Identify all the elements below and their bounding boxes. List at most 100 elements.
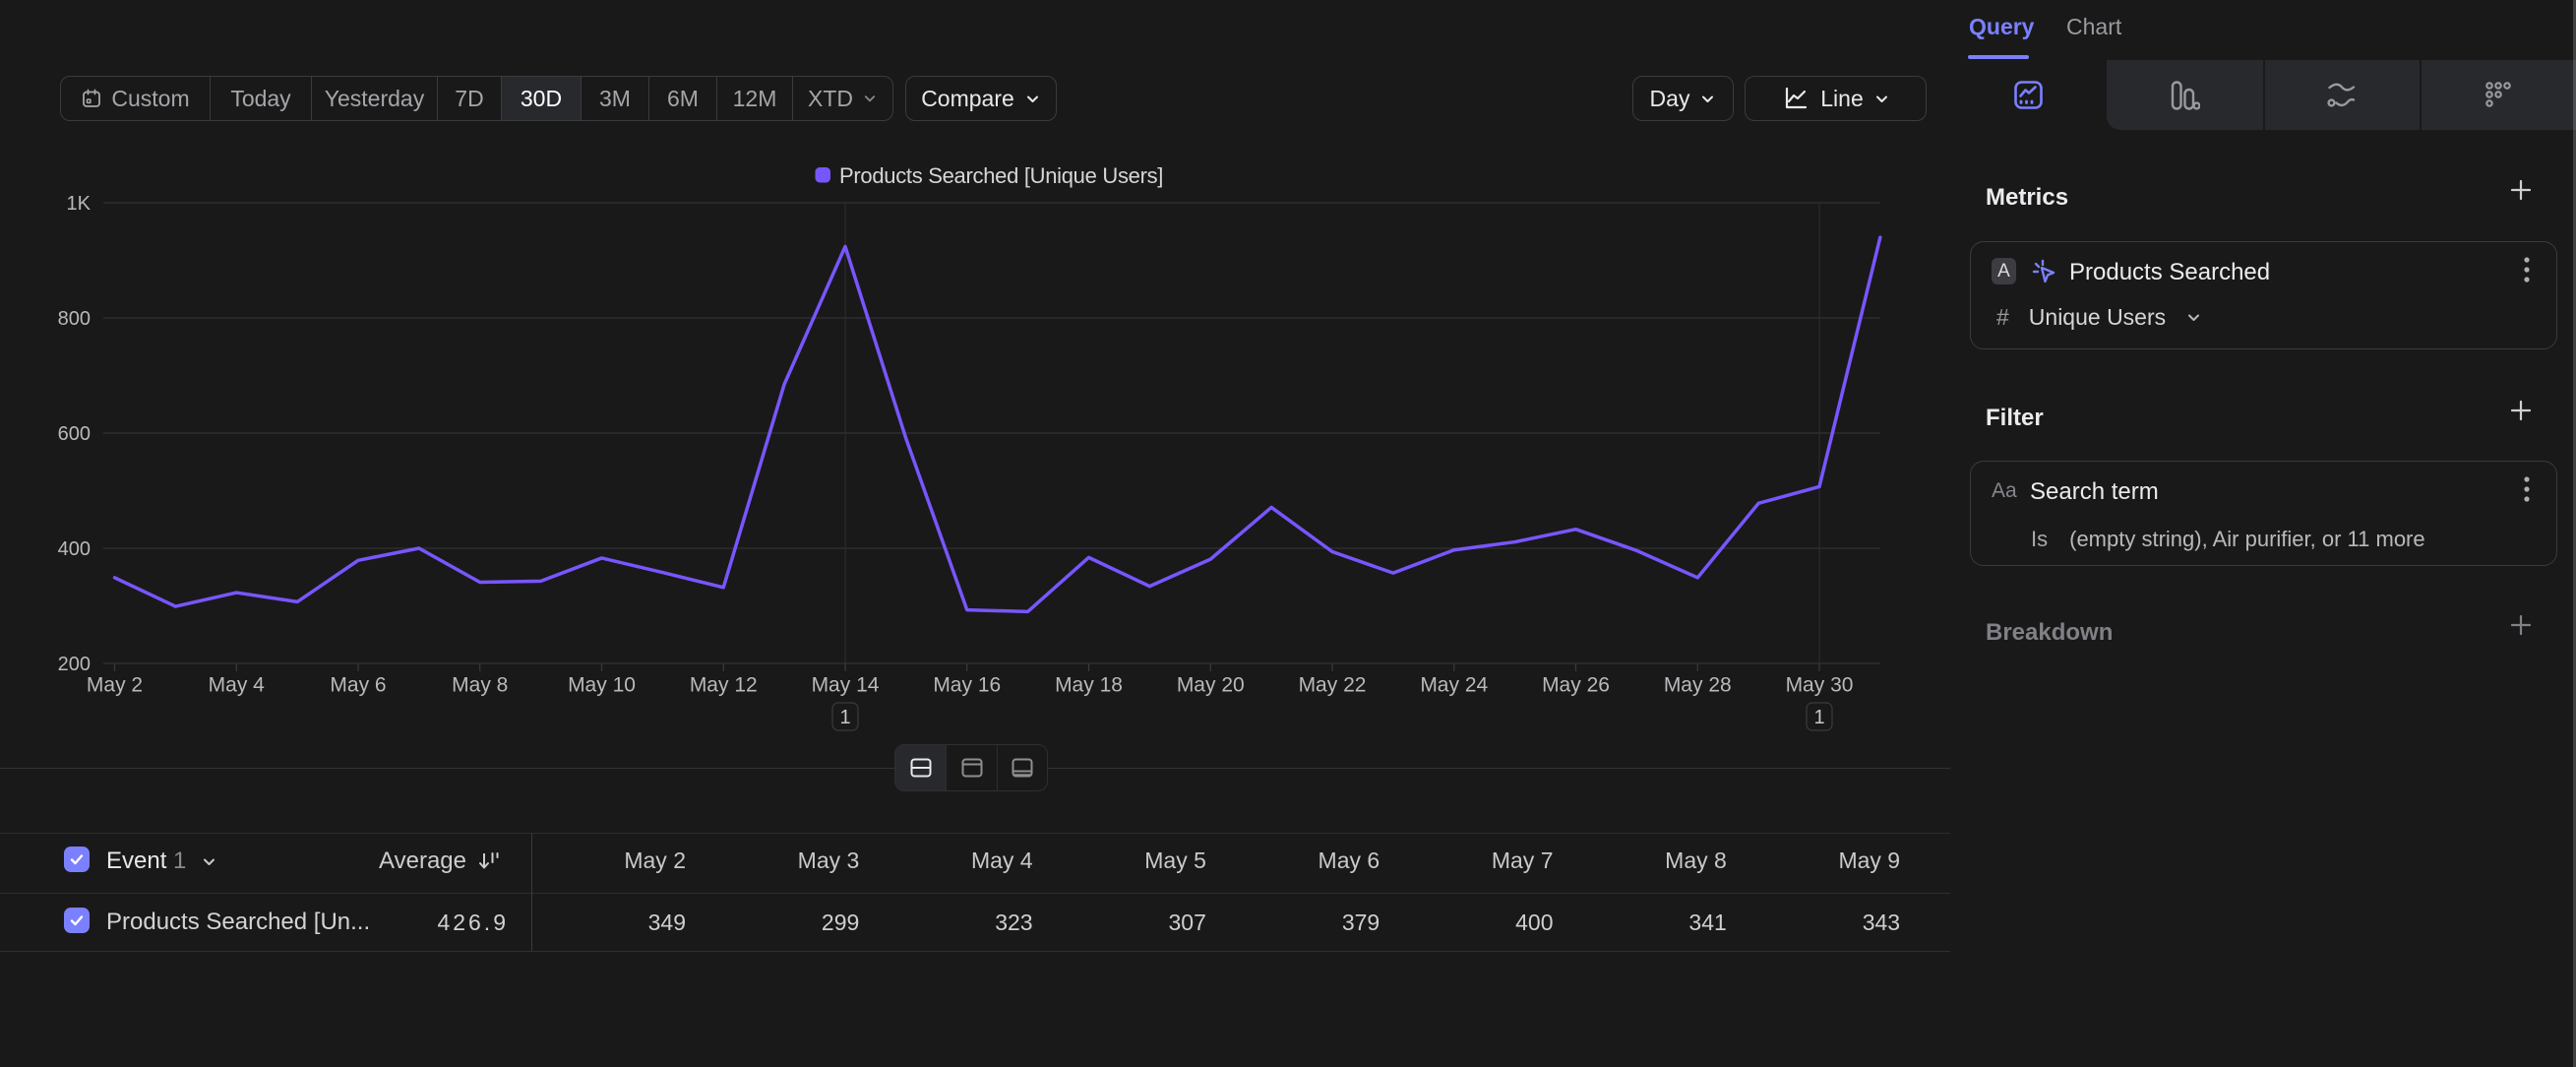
column-header-may-3[interactable]: May 3 — [721, 847, 859, 874]
event-checkbox[interactable] — [64, 847, 90, 872]
column-header-may-6[interactable]: May 6 — [1242, 847, 1380, 874]
event-header[interactable]: Event 1 — [106, 847, 217, 875]
filter-heading: Filter — [1986, 405, 2044, 432]
y-axis-label: 1K — [67, 193, 92, 215]
layout-header-icon — [959, 755, 985, 781]
report-type-tabs — [1950, 60, 2576, 130]
column-header-may-7[interactable]: May 7 — [1416, 847, 1554, 874]
average-header-label: Average — [379, 847, 466, 875]
filter-condition-row[interactable]: Is (empty string), Air purifier, or 11 m… — [2031, 527, 2425, 552]
metric-menu-icon[interactable] — [2524, 257, 2530, 282]
x-axis-label: May 22 — [1299, 674, 1367, 697]
x-axis-label: May 26 — [1542, 674, 1610, 697]
filter-property-name[interactable]: Search term — [2030, 478, 2159, 506]
tab-flows[interactable] — [2263, 60, 2420, 130]
x-axis-label: May 6 — [330, 674, 386, 697]
layout-toggle-group — [894, 744, 1048, 791]
check-icon — [68, 850, 86, 868]
layout-split-vertical-button[interactable] — [946, 745, 996, 790]
check-icon — [68, 911, 86, 929]
x-axis-label: May 18 — [1055, 674, 1123, 697]
table-header-row: Event 1 Average May 2 May 3 May 4 May 5 May … — [0, 833, 1950, 893]
x-axis-label: May 16 — [933, 674, 1001, 697]
table-row[interactable]: Products Searched [Un... 426.9 349 299 323… — [0, 893, 1950, 951]
filter-menu-icon[interactable] — [2524, 476, 2530, 502]
x-axis-label: May 24 — [1420, 674, 1488, 697]
tab-divider — [2420, 60, 2422, 130]
column-header-may-9[interactable]: May 9 — [1762, 847, 1900, 874]
y-axis-label: 800 — [58, 308, 91, 330]
add-metric-button[interactable] — [2506, 175, 2536, 205]
tab-query-underline — [1968, 55, 2029, 59]
layout-bottom-icon — [1010, 755, 1035, 781]
table-row-divider — [0, 951, 1950, 952]
aggregation-label: Unique Users — [2029, 304, 2166, 331]
y-axis-label: 600 — [58, 423, 91, 445]
add-filter-button[interactable] — [2506, 396, 2536, 425]
filter-type-label: Aa — [1992, 479, 2017, 503]
add-breakdown-button[interactable] — [2506, 610, 2536, 640]
cell-may-4: 323 — [895, 910, 1033, 936]
x-axis-label: May 4 — [209, 674, 266, 697]
series-line — [115, 237, 1880, 611]
filter-value: (empty string), Air purifier, or 11 more — [2069, 527, 2425, 552]
cell-may-3: 299 — [721, 910, 859, 936]
tab-funnels[interactable] — [2107, 60, 2263, 130]
column-header-may-2[interactable]: May 2 — [548, 847, 686, 874]
layout-rows-icon — [908, 755, 934, 781]
cell-may-9: 343 — [1762, 910, 1900, 936]
insights-icon — [2014, 81, 2043, 109]
cell-may-8: 341 — [1589, 910, 1727, 936]
layout-bottom-panel-button[interactable] — [997, 745, 1047, 790]
tab-retention[interactable] — [2420, 60, 2576, 130]
x-axis-label: May 8 — [452, 674, 508, 697]
tab-divider — [2263, 60, 2265, 130]
filter-card[interactable]: Aa Search term Is (empty string), Air pu… — [1970, 461, 2557, 566]
x-axis-label: May 2 — [87, 674, 143, 697]
plus-icon — [2506, 396, 2536, 425]
breakdown-heading: Breakdown — [1986, 619, 2113, 647]
x-axis-label: May 10 — [568, 674, 636, 697]
column-header-may-5[interactable]: May 5 — [1069, 847, 1206, 874]
sort-descending-icon — [476, 848, 502, 874]
cell-may-5: 307 — [1069, 910, 1206, 936]
x-axis-label: May 30 — [1786, 674, 1854, 697]
y-axis-label: 400 — [58, 538, 91, 560]
filter-operator: Is — [2031, 527, 2048, 552]
retention-dots-icon — [2484, 81, 2513, 110]
x-axis-label: May 14 — [812, 674, 880, 697]
row-label: Products Searched [Un... — [106, 909, 370, 936]
cell-may-6: 379 — [1242, 910, 1380, 936]
plus-icon — [2506, 610, 2536, 640]
aggregation-hash: # — [1996, 304, 2009, 331]
y-axis-label: 200 — [58, 654, 91, 675]
metric-card[interactable]: A Products Searched # Unique Users — [1970, 241, 2557, 349]
tab-insights[interactable] — [1950, 60, 2107, 130]
legend-swatch — [816, 167, 831, 183]
chevron-down-icon — [201, 853, 217, 870]
cell-may-2: 349 — [548, 910, 686, 936]
x-axis-label: May 20 — [1177, 674, 1245, 697]
row-checkbox[interactable] — [64, 908, 90, 933]
metric-aggregation-row[interactable]: # Unique Users — [1996, 304, 2202, 331]
funnel-bars-icon — [2170, 81, 2200, 110]
tab-chart[interactable]: Chart — [2066, 14, 2121, 40]
cell-may-7: 400 — [1416, 910, 1554, 936]
annotation-badge-label: 1 — [1813, 707, 1824, 728]
x-axis-label: May 28 — [1664, 674, 1732, 697]
x-axis-label: May 12 — [690, 674, 758, 697]
layout-split-horizontal-button[interactable] — [895, 745, 946, 790]
column-header-may-8[interactable]: May 8 — [1589, 847, 1727, 874]
column-header-may-4[interactable]: May 4 — [895, 847, 1033, 874]
average-header[interactable]: Average — [379, 847, 502, 875]
metric-letter-badge: A — [1992, 258, 2016, 284]
row-average-value: 426.9 — [351, 910, 509, 936]
tab-query[interactable]: Query — [1969, 14, 2034, 40]
legend-label[interactable]: Products Searched [Unique Users] — [839, 163, 1163, 188]
event-count: 1 — [173, 847, 186, 874]
event-header-label: Event — [106, 847, 166, 874]
main-content: CustomTodayYesterday7D30D3M6M12MXTD Comp… — [0, 0, 1950, 1067]
metric-name[interactable]: Products Searched — [2069, 259, 2270, 286]
metrics-heading: Metrics — [1986, 184, 2068, 212]
event-sparkle-icon — [2030, 258, 2057, 285]
